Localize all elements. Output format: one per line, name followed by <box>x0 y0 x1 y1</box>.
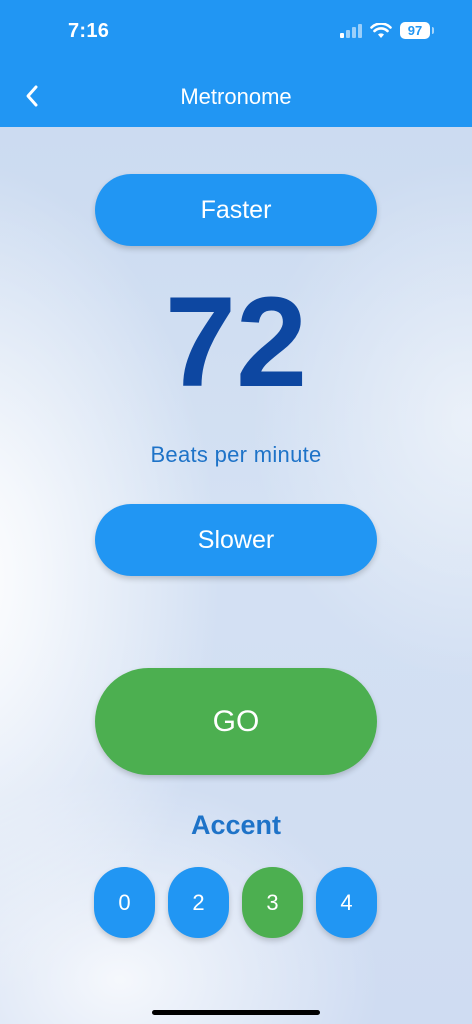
accent-option-4[interactable]: 4 <box>316 867 377 938</box>
accent-title: Accent <box>190 810 282 840</box>
accent-option-3[interactable]: 3 <box>242 867 303 938</box>
home-indicator[interactable] <box>152 1010 320 1015</box>
battery-icon: 97 <box>400 22 434 39</box>
faster-button[interactable]: Faster <box>95 174 377 246</box>
status-time: 7:16 <box>68 20 110 42</box>
accent-option-0[interactable]: 0 <box>94 867 155 938</box>
slower-button[interactable]: Slower <box>95 504 377 576</box>
go-button[interactable]: GO <box>95 668 377 775</box>
wifi-icon <box>370 22 392 38</box>
page-title: Metronome <box>180 84 292 109</box>
app-bar: 7:16 97 Metronome <box>0 0 472 127</box>
status-icons: 97 <box>340 22 434 39</box>
bpm-label: Beats per minute <box>150 442 322 467</box>
accent-options: 0 2 3 4 <box>94 867 377 938</box>
accent-option-2[interactable]: 2 <box>168 867 229 938</box>
cellular-signal-icon <box>340 23 362 38</box>
bpm-value: 72 <box>164 271 308 414</box>
